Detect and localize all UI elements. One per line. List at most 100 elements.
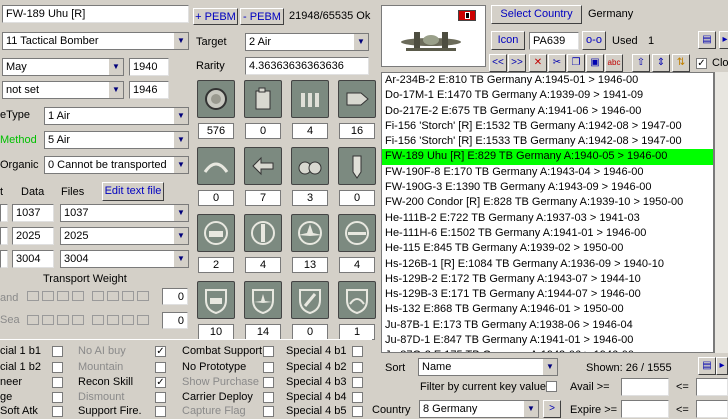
month-to-select[interactable]: not set ▼	[2, 81, 124, 99]
special-flag-checkbox[interactable]	[52, 406, 63, 417]
data-field[interactable]: 2025	[12, 227, 54, 245]
special-4-checkbox[interactable]	[352, 392, 363, 403]
expire-max-field[interactable]	[696, 400, 728, 418]
stat-value[interactable]: 7	[245, 190, 281, 206]
target-defense-tile[interactable]	[338, 281, 376, 319]
load-icon[interactable]: ▸	[716, 357, 728, 375]
list-item[interactable]: Do-17M-1 E:1470 TB Germany A:1939-09 > 1…	[382, 88, 713, 103]
special-4-checkbox[interactable]	[352, 406, 363, 417]
delete-icon[interactable]: ✕	[529, 54, 547, 72]
month-from-select[interactable]: May ▼	[2, 58, 124, 76]
stat-value[interactable]: 10	[198, 324, 234, 340]
initiative-tile[interactable]	[244, 147, 282, 185]
stat-value[interactable]: 0	[198, 190, 234, 206]
unit-class-select[interactable]: 11 Tactical Bomber ▼	[2, 32, 189, 50]
chevron-down-icon[interactable]: ▼	[173, 228, 188, 244]
select-country-button[interactable]: Select Country	[491, 5, 582, 24]
ground-defense-tile[interactable]	[197, 281, 235, 319]
list-item[interactable]: Hs-129B-2 E:172 TB Germany A:1943-07 > 1…	[382, 272, 713, 287]
unit-name-field[interactable]: FW-189 Uhu [R]	[2, 5, 189, 23]
flag-checkbox[interactable]	[155, 406, 166, 417]
stat-value[interactable]: 3	[292, 190, 328, 206]
oo-button[interactable]: o-o	[582, 31, 606, 50]
pebm-minus-button[interactable]: - PEBM	[240, 8, 284, 25]
copy-icon[interactable]: ❐	[567, 54, 585, 72]
rarity-field[interactable]: 4.36363636363636	[245, 57, 369, 75]
paste-icon[interactable]: ▣	[586, 54, 604, 72]
list-item[interactable]: FW-189 Uhu [R] E:829 TB Germany A:1940-0…	[382, 149, 713, 165]
list-item[interactable]: He-115 E:845 TB Germany A:1939-02 > 1950…	[382, 241, 713, 256]
sort-icon[interactable]: ⇅	[672, 54, 690, 72]
list-item[interactable]: Hs-132 E:868 TB Germany A:1946-01 > 1950…	[382, 302, 713, 317]
icon-button[interactable]: Icon	[491, 31, 525, 50]
save-icon[interactable]: ▤	[698, 357, 716, 375]
stat-value[interactable]: 14	[245, 324, 281, 340]
stat-value[interactable]: 2	[198, 257, 234, 273]
nav-first-button[interactable]: <<	[489, 54, 507, 72]
data-field[interactable]: 1037	[12, 204, 54, 222]
hard-attack-tile[interactable]	[244, 214, 282, 252]
stat-value[interactable]: 0	[339, 190, 375, 206]
stat-value[interactable]: 4	[339, 257, 375, 273]
flag-checkbox[interactable]	[155, 362, 166, 373]
year-from-field[interactable]: 1940	[129, 58, 169, 76]
list-item[interactable]: He-111H-6 E:1502 TB Germany A:1941-01 > …	[382, 226, 713, 241]
fuel-can-tile[interactable]	[244, 80, 282, 118]
organic-select[interactable]: 0 Cannot be transported ▼	[44, 156, 189, 174]
stat-value[interactable]: 0	[245, 123, 281, 139]
soft-attack-tile[interactable]	[197, 214, 235, 252]
list-item[interactable]: Ju-87B-1 E:173 TB Germany A:1938-06 > 19…	[382, 318, 713, 333]
toolbar-expand-icon[interactable]: ▸	[719, 31, 728, 49]
chevron-down-icon[interactable]: ▼	[353, 34, 368, 50]
flag-checkbox[interactable]: ✓	[155, 377, 166, 388]
chevron-down-icon[interactable]: ▼	[108, 59, 123, 75]
move-lock-icon[interactable]: ⇕	[652, 54, 670, 72]
air-defense-tile[interactable]	[244, 281, 282, 319]
files-select[interactable]: 1037 ▼	[60, 204, 189, 222]
stat-value[interactable]: 0	[292, 324, 328, 340]
list-item[interactable]: Fi-156 'Storch' [R] E:1532 TB Germany A:…	[382, 119, 713, 134]
special-4-checkbox[interactable]	[352, 377, 363, 388]
stat-value[interactable]: 1	[339, 324, 375, 340]
chevron-down-icon[interactable]: ▼	[173, 205, 188, 221]
ammo-tile[interactable]	[291, 80, 329, 118]
transport-land-field[interactable]: 0	[162, 288, 188, 305]
files-select[interactable]: 2025 ▼	[60, 227, 189, 245]
movetype-select[interactable]: 1 Air ▼	[44, 107, 189, 125]
list-item[interactable]: Ar-234B-2 E:810 TB Germany A:1945-01 > 1…	[382, 73, 713, 88]
stat-value[interactable]: 576	[198, 123, 234, 139]
sort-select[interactable]: Name ▼	[418, 358, 558, 376]
flag-checkbox[interactable]	[155, 392, 166, 403]
list-item[interactable]: FW-190G-3 E:1390 TB Germany A:1943-09 > …	[382, 180, 713, 195]
target-select[interactable]: 2 Air ▼	[245, 33, 369, 51]
close-defense-tile[interactable]	[291, 281, 329, 319]
transport-sea-field[interactable]: 0	[162, 312, 188, 329]
move-method-select[interactable]: 5 Air ▼	[44, 131, 189, 149]
special-flag-checkbox[interactable]	[52, 392, 63, 403]
expire-field[interactable]	[621, 400, 669, 418]
stat-value[interactable]: 13	[292, 257, 328, 273]
country-select[interactable]: 8 Germany ▼	[419, 400, 539, 418]
stat-value[interactable]: 4	[292, 123, 328, 139]
list-item[interactable]: Ju-87D-1 E:847 TB Germany A:1941-01 > 19…	[382, 333, 713, 348]
country-go-button[interactable]: >	[543, 400, 561, 418]
edit-text-file-button[interactable]: Edit text file	[102, 182, 164, 201]
toolbar-print-icon[interactable]: ▤	[698, 31, 716, 49]
list-scrollbar[interactable]	[714, 72, 728, 353]
flag-checkbox[interactable]	[263, 392, 274, 403]
stat-value[interactable]: 4	[245, 257, 281, 273]
special-flag-checkbox[interactable]	[52, 346, 63, 357]
spell-check-icon[interactable]: abc	[605, 54, 623, 72]
flag-checkbox[interactable]	[263, 346, 274, 357]
year-to-field[interactable]: 1946	[129, 81, 169, 99]
pebm-plus-button[interactable]: + PEBM	[193, 8, 238, 25]
chevron-down-icon[interactable]: ▼	[542, 359, 557, 375]
list-item[interactable]: Ju-87G-2 E:175 TB Germany A:1943-06 > 19…	[382, 348, 713, 352]
chevron-down-icon[interactable]: ▼	[523, 401, 538, 417]
movement-tile[interactable]	[338, 80, 376, 118]
move-up-icon[interactable]: ⇧	[632, 54, 650, 72]
chevron-down-icon[interactable]: ▼	[173, 157, 188, 173]
data-field[interactable]: 3004	[12, 250, 54, 268]
list-item[interactable]: Fi-156 'Storch' [R] E:1533 TB Germany A:…	[382, 134, 713, 149]
filter-checkbox[interactable]	[546, 381, 557, 392]
